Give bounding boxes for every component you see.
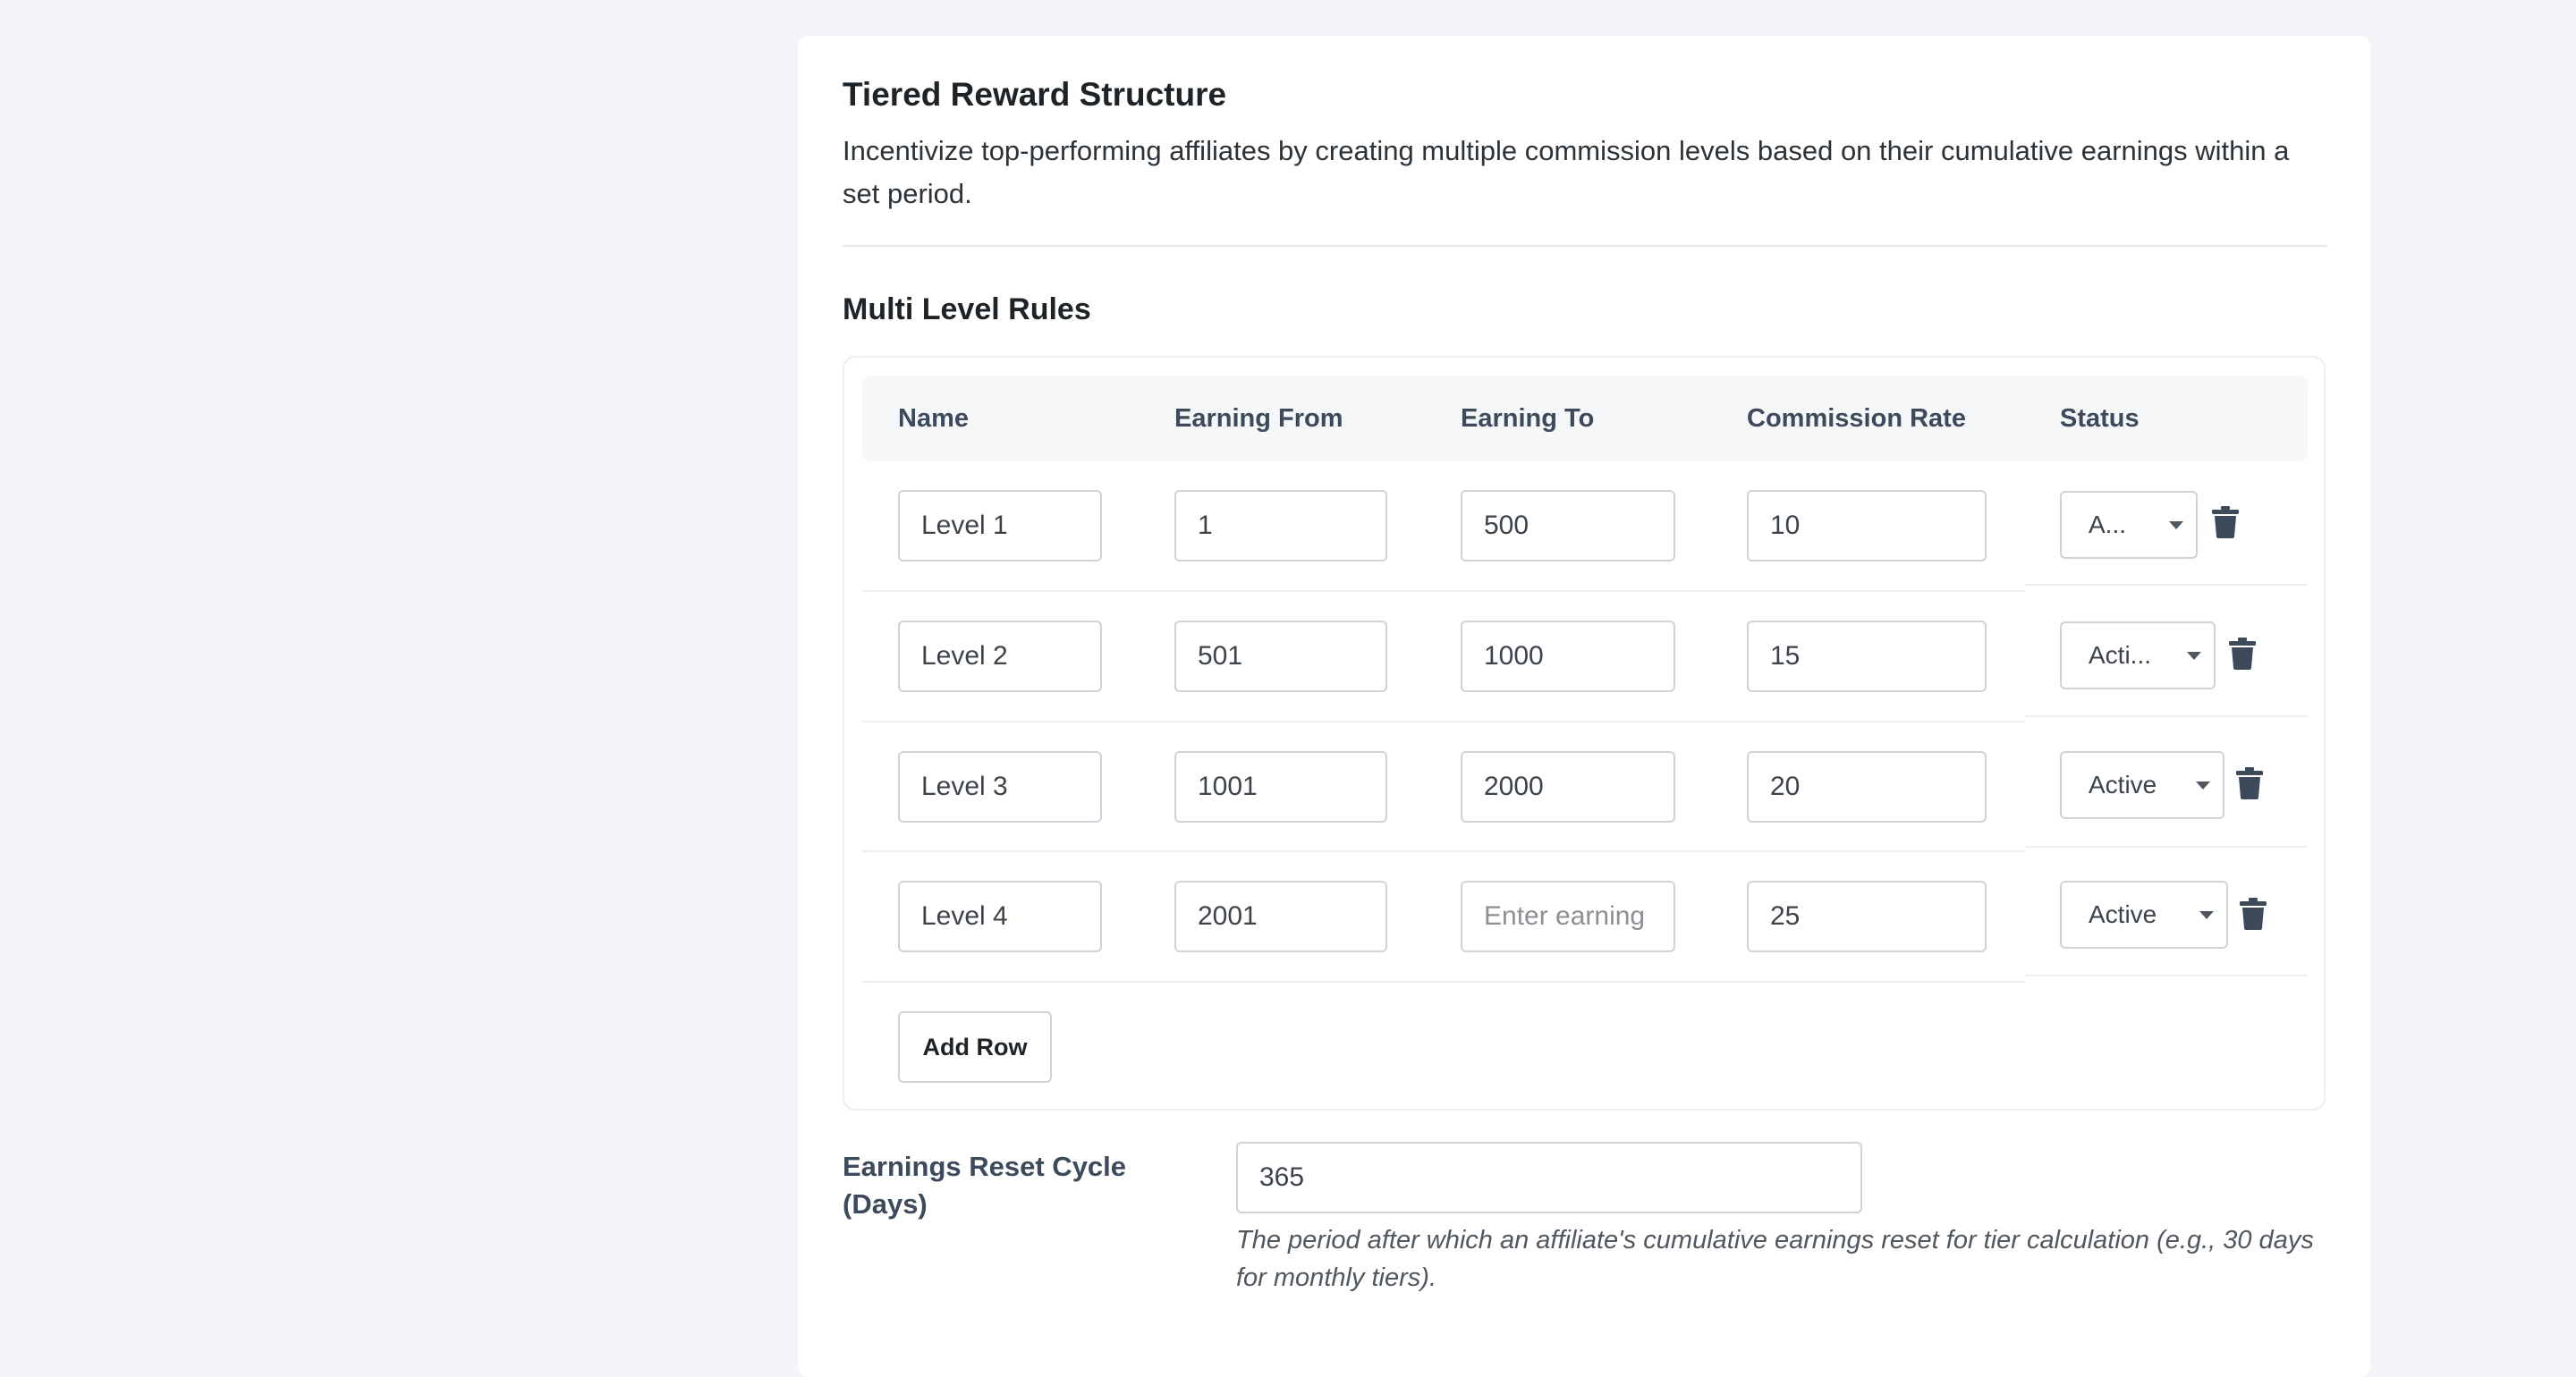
commission-rate-input[interactable]: 15 — [1747, 621, 1987, 692]
level-name-input[interactable]: Level 3 — [898, 751, 1102, 823]
level-name-input[interactable]: Level 4 — [898, 881, 1102, 952]
reset-cycle-input[interactable]: 365 — [1236, 1142, 1862, 1213]
earning-to-input[interactable]: 1000 — [1461, 621, 1675, 692]
level-name-input[interactable]: Level 1 — [898, 490, 1102, 562]
earning-from-input[interactable]: 2001 — [1174, 881, 1387, 952]
commission-rate-input[interactable]: 20 — [1747, 751, 1987, 823]
status-select[interactable]: Active — [2060, 751, 2224, 819]
section-description: Incentivize top-performing affiliates by… — [843, 135, 2290, 209]
status-select[interactable]: Acti... — [2060, 621, 2216, 689]
trash-icon[interactable] — [2229, 638, 2256, 670]
commission-rate-input[interactable]: 25 — [1747, 881, 1987, 952]
column-header-name: Name — [898, 404, 969, 433]
rules-table — [843, 356, 2326, 1111]
trash-icon[interactable] — [2240, 898, 2267, 930]
chevron-down-icon — [2169, 521, 2183, 529]
commission-rate-input[interactable]: 10 — [1747, 490, 1987, 562]
chevron-down-icon — [2187, 652, 2201, 660]
row-divider — [2025, 975, 2308, 976]
status-select[interactable]: Active — [2060, 881, 2228, 949]
add-row-button[interactable]: Add Row — [898, 1011, 1052, 1083]
trash-icon[interactable] — [2236, 767, 2263, 799]
row-divider — [862, 590, 2025, 592]
row-divider — [862, 981, 2025, 983]
reset-cycle-label: Earnings Reset Cycle (Days) — [843, 1151, 1127, 1220]
status-select[interactable]: A... — [2060, 491, 2198, 559]
level-name-input[interactable]: Level 2 — [898, 621, 1102, 692]
column-header-status: Status — [2060, 404, 2140, 433]
chevron-down-icon — [2196, 781, 2210, 790]
column-header-earning-from: Earning From — [1174, 404, 1343, 433]
earning-to-input[interactable]: 2000 — [1461, 751, 1675, 823]
earning-from-input[interactable]: 501 — [1174, 621, 1387, 692]
row-divider — [862, 850, 2025, 852]
row-divider — [862, 721, 2025, 722]
earning-from-input[interactable]: 1 — [1174, 490, 1387, 562]
rules-title: Multi Level Rules — [843, 292, 1091, 326]
column-header-commission-rate: Commission Rate — [1747, 404, 1966, 433]
row-divider — [2025, 715, 2308, 717]
chevron-down-icon — [2199, 911, 2214, 919]
earning-to-input[interactable]: 500 — [1461, 490, 1675, 562]
row-divider — [2025, 846, 2308, 848]
earning-to-input[interactable]: Enter earning — [1461, 881, 1675, 952]
trash-icon[interactable] — [2212, 506, 2239, 538]
earning-from-input[interactable]: 1001 — [1174, 751, 1387, 823]
row-divider — [2025, 584, 2308, 586]
section-title: Tiered Reward Structure — [843, 76, 1227, 113]
section-divider — [843, 245, 2327, 247]
reset-cycle-help: The period after which an affiliate's cu… — [1236, 1226, 2314, 1292]
column-header-earning-to: Earning To — [1461, 404, 1595, 433]
